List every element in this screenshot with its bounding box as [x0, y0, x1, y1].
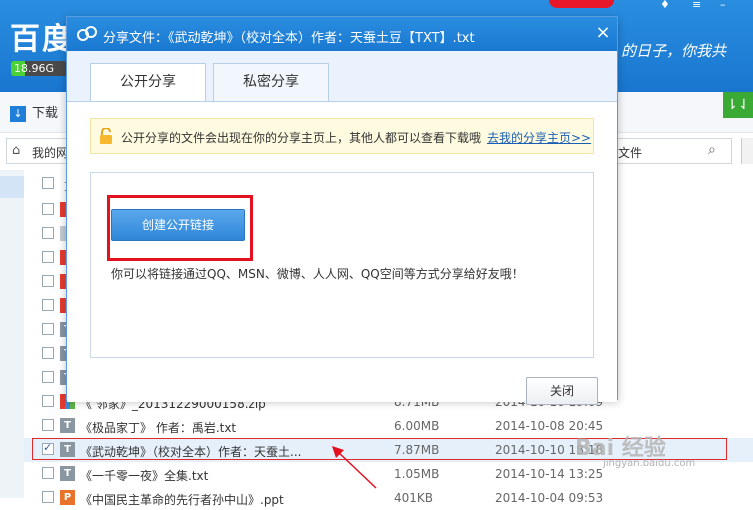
lock-icon [100, 128, 112, 144]
close-button[interactable]: 关闭 [526, 377, 598, 405]
txt-file-icon: T [60, 466, 75, 481]
menu-icon[interactable]: ≡ [692, 0, 701, 11]
quota-badge: 18.96G [11, 61, 67, 76]
search-icon[interactable]: ⌕ [708, 142, 716, 158]
tab-public-share[interactable]: 公开分享 [90, 63, 206, 101]
select-all-checkbox[interactable] [42, 177, 54, 189]
download-icon: ↓ [10, 105, 26, 122]
notice-bar: 公开分享的文件会出现在你的分享主页上，其他人都可以查看下载哦 去我的分享主页>> [90, 118, 594, 154]
left-panel-selected[interactable] [0, 176, 24, 198]
download-label: 下载 [32, 106, 59, 121]
dialog-titlebar[interactable]: 分享文件：《武动乾坤》（校对全本）作者：天蚕土豆【TXT】.txt × [67, 17, 617, 51]
search-placeholder[interactable]: 文件 [618, 144, 642, 161]
left-panel [0, 170, 24, 498]
row-checkbox[interactable] [42, 203, 54, 215]
share-logo-icon [77, 26, 97, 41]
row-checkbox[interactable] [42, 347, 54, 359]
row-checkbox[interactable] [42, 227, 54, 239]
notice-text: 公开分享的文件会出现在你的分享主页上，其他人都可以查看下载哦 [121, 131, 482, 145]
home-icon[interactable]: ⌂ [12, 143, 20, 158]
minimize-icon[interactable]: – [720, 0, 726, 11]
app-logo: 百度 [10, 22, 74, 57]
download-button[interactable]: ↓ 下载 [10, 102, 58, 122]
file-name[interactable]: 《一千零一夜》全集.txt [80, 467, 208, 484]
row-checkbox[interactable] [42, 395, 54, 407]
row-checkbox[interactable] [42, 275, 54, 287]
quota-text: 18.96G [14, 62, 55, 75]
watermark-url: jingyan.baidu.com [603, 458, 696, 469]
tab-private-share[interactable]: 私密分享 [213, 63, 329, 101]
redaction-mark [549, 0, 614, 8]
file-name[interactable]: 《中国民主革命的先行者孙中山》.ppt [80, 491, 284, 508]
side-green-tab[interactable]: ⇂⇃ [723, 92, 753, 118]
share-dialog: 分享文件：《武动乾坤》（校对全本）作者：天蚕土豆【TXT】.txt × 公开分享… [66, 16, 618, 405]
scroll-grip[interactable] [741, 138, 753, 164]
file-name[interactable]: 《极品家丁》 作者：禹岩.txt [80, 419, 236, 436]
dialog-body: 公开分享 私密分享 公开分享的文件会出现在你的分享主页上，其他人都可以查看下载哦… [67, 51, 617, 405]
top-window-icons[interactable]: ♦ ≡ – [648, 0, 753, 12]
skin-icon[interactable]: ♦ [660, 0, 670, 11]
header-slogan: 的日子，你我共 [621, 42, 727, 60]
address-text: 我的网 [32, 146, 69, 160]
row-checkbox[interactable] [42, 323, 54, 335]
row-checkbox[interactable] [42, 491, 54, 503]
file-date: 2014-10-04 09:53 [495, 491, 604, 505]
share-content-box: 创建公开链接 你可以将链接通过QQ、MSN、微博、人人网、QQ空间等方式分享给好… [90, 172, 594, 358]
row-checkbox[interactable] [42, 299, 54, 311]
row-checkbox[interactable] [42, 467, 54, 479]
annotation-arrow-icon [332, 446, 377, 489]
row-checkbox[interactable] [42, 251, 54, 263]
file-size: 401KB [394, 491, 434, 505]
close-icon[interactable]: × [593, 23, 613, 43]
row-checkbox[interactable] [42, 371, 54, 383]
file-size: 1.05MB [394, 467, 440, 481]
table-row[interactable]: P 《中国民主革命的先行者孙中山》.ppt 401KB 2014-10-04 0… [24, 486, 753, 510]
txt-file-icon: T [60, 418, 75, 433]
file-size: 6.00MB [394, 419, 440, 433]
file-date: 2014-10-14 13:25 [495, 467, 604, 481]
share-homepage-link[interactable]: 去我的分享主页>> [487, 129, 591, 146]
tab-panel: 公开分享的文件会出现在你的分享主页上，其他人都可以查看下载哦 去我的分享主页>>… [67, 101, 617, 405]
row-checkbox[interactable] [42, 419, 54, 431]
dialog-title: 分享文件：《武动乾坤》（校对全本）作者：天蚕土豆【TXT】.txt [103, 31, 475, 46]
share-hint-text: 你可以将链接通过QQ、MSN、微博、人人网、QQ空间等方式分享给好友哦！ [111, 267, 524, 281]
button-highlight-box [107, 195, 253, 261]
